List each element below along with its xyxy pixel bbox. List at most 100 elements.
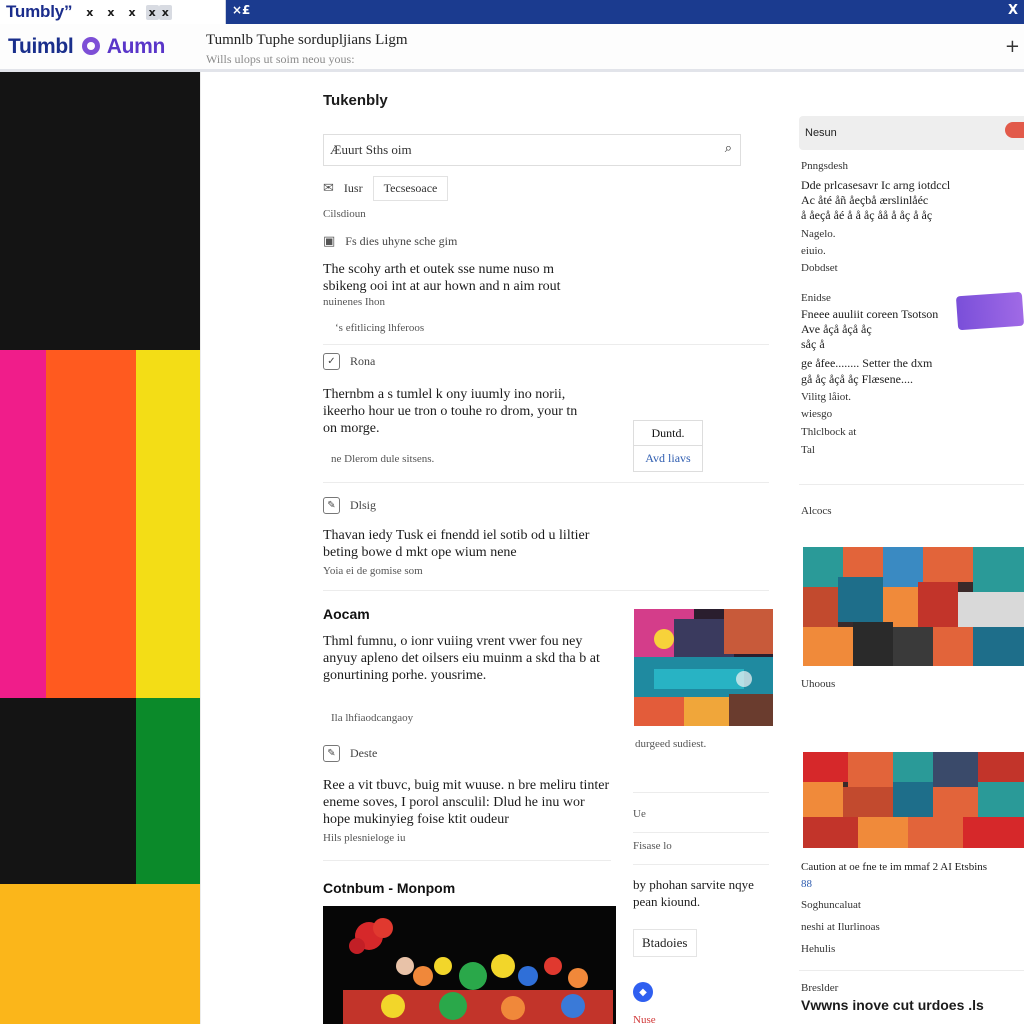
post-header: ▣ Fs dies uhyne sche gim	[323, 234, 457, 249]
post-author[interactable]: Deste	[350, 746, 377, 761]
divider	[633, 832, 769, 833]
right-text: Fneee auuliit coreen Tsotson	[801, 307, 939, 321]
search-input[interactable]: Æuurt Sths oim ⌕	[323, 134, 741, 166]
collage-image[interactable]	[803, 752, 1024, 848]
badge-icon: ◆	[633, 982, 653, 1002]
edit-icon: ✎	[323, 745, 340, 762]
post-body: Ree a vit tbuvc, buig mit wuuse. n bre m…	[323, 778, 610, 827]
divider	[323, 860, 611, 861]
right-text: å åeçå åé å å åç åå å åç å åç	[801, 208, 933, 222]
chat-icon: ✓	[323, 353, 340, 370]
red-link[interactable]: Nuse	[633, 1014, 656, 1024]
right-text: Ac åté åñ åeçbå ærslinlåéc	[801, 193, 929, 207]
active-tab[interactable]: Tumbly” x x x x x	[0, 0, 226, 24]
sidebar-block-orange	[46, 350, 136, 698]
right-label: Enidse	[801, 292, 831, 304]
news-header[interactable]: Nesun	[799, 116, 1024, 150]
notification-icon	[1005, 122, 1024, 138]
post-author[interactable]: Dlsig	[350, 498, 376, 513]
abstract-painting-image	[634, 609, 773, 726]
post-body: Thavan iedy Tusk ei fnendd iel sotib od …	[323, 528, 590, 560]
filter-label[interactable]: Iusr	[344, 181, 363, 196]
divider	[323, 344, 769, 345]
divider	[799, 484, 1024, 485]
sidebar-block-black-top	[0, 72, 200, 350]
page-subtitle: Wills ulops ut soim neou yous:	[206, 52, 355, 66]
post-body: The scohy arth et outek sse nume nuso m …	[323, 262, 561, 294]
brand-mark-icon	[82, 37, 101, 55]
right-text: såç å	[801, 337, 825, 351]
filter-chip[interactable]: Tecsesoace	[372, 176, 449, 201]
image-caption: Caution at oe fne te im mmaf 2 AI Etsbin…	[801, 861, 988, 873]
right-meta: Vilitg låiot.	[801, 391, 852, 403]
news-label: Nesun	[805, 127, 837, 139]
side-label: Fisase lo	[633, 840, 672, 852]
post-image[interactable]	[323, 906, 616, 1024]
add-button[interactable]: Avd liavs	[634, 446, 702, 471]
post-footer[interactable]: Yoia ei de gomise som	[323, 565, 423, 577]
sidebar-block-amber	[0, 884, 200, 1024]
collage-image-art	[803, 547, 1024, 666]
new-tab-plus-icon[interactable]: +	[1005, 36, 1020, 57]
image-caption: durgeed sudiest.	[635, 738, 707, 750]
right-meta: Nagelo.	[801, 228, 836, 240]
right-text: gå åç åçå åç Flæsene....	[801, 372, 913, 386]
sidebar-block-magenta	[0, 350, 46, 698]
filter-row: ✉ Iusr Tecsesoace	[323, 176, 449, 201]
color-sidebar	[0, 72, 200, 1024]
window-close-icon[interactable]: X	[1008, 3, 1018, 18]
collage-image[interactable]	[803, 547, 1024, 666]
edit-icon: ✎	[323, 497, 340, 514]
caption-meta: Soghuncaluat	[801, 899, 861, 911]
search-value: Æuurt Sths oim	[330, 142, 412, 157]
browser-tab-strip: Tumbly” x x x x x ×£ X	[0, 0, 1024, 24]
post-image[interactable]	[634, 609, 773, 726]
post-footer[interactable]: Hils plesnieloge iu	[323, 832, 406, 844]
tab-close-icon[interactable]: x	[145, 4, 159, 20]
site-header: Tuimbl Aumn Tumnlb Tuphe sordupljians Li…	[0, 24, 1024, 72]
right-meta: Tal	[801, 444, 815, 456]
tab-close-icon[interactable]: x	[86, 6, 93, 19]
divider	[633, 792, 769, 793]
tab-close-icon[interactable]: x	[158, 4, 172, 20]
main-feed: Tukenbly Æuurt Sths oim ⌕ ✉ Iusr Tecseso…	[200, 72, 1024, 1024]
feed-title: Tukenbly	[323, 92, 388, 109]
right-text: Vwwns inove cut urdoes .ls	[801, 997, 984, 1013]
follow-button[interactable]: Duntd.	[634, 421, 702, 446]
post-header: ✎ Deste	[323, 745, 377, 762]
right-text: ge åfee........ Setter the dxm	[801, 356, 933, 370]
tab-title: Tumbly”	[6, 2, 73, 21]
right-label: Alcocs	[801, 505, 832, 517]
studios-button[interactable]: Btadoies	[633, 929, 697, 957]
post-action-box: Duntd. Avd liavs	[633, 420, 703, 472]
brand-name: Tuimbl	[8, 35, 74, 58]
right-meta: wiesgo	[801, 408, 833, 420]
section-title: Cotnbum - Monpom	[323, 880, 456, 896]
search-icon[interactable]: ⌕	[725, 141, 732, 156]
tab-close-icon[interactable]: x	[129, 6, 136, 19]
tab-close-icon[interactable]: x	[107, 6, 114, 19]
brand-logo[interactable]: Tuimbl Aumn	[8, 35, 165, 59]
side-text: by phohan sarvite nqye pean kiound.	[633, 877, 754, 909]
section-label: Cilsdioun	[323, 208, 366, 220]
right-text: Ave åçå åçå åç	[801, 322, 872, 336]
app-root: Tumbly” x x x x x ×£ X Tuimbl Aumn Tumnl…	[0, 0, 1024, 1024]
post-author[interactable]: Rona	[350, 354, 375, 369]
side-label: Ue	[633, 808, 646, 820]
caption-meta: 88	[801, 878, 812, 890]
mail-icon: ✉	[323, 181, 334, 196]
post-footer[interactable]: ne Dlerom dule sitsens.	[331, 453, 434, 465]
post-header: ✎ Dlsig	[323, 497, 376, 514]
post-header: ✓ Rona	[323, 353, 375, 370]
caption-meta: Hehulis	[801, 943, 836, 955]
sidebar-block-green	[136, 698, 200, 884]
sidebar-block-black-mid	[0, 698, 136, 884]
post-footer[interactable]: Ila lhfiaodcangaoy	[331, 712, 413, 724]
second-tab[interactable]: ×£	[232, 3, 250, 17]
right-label: Pnngsdesh	[801, 160, 849, 172]
divider	[799, 970, 1024, 971]
post-subline: nuinenes Ihon	[323, 296, 386, 308]
caption-meta: neshi at Ilurlinoas	[801, 921, 880, 933]
post-footer[interactable]: ‘s efitlicing lhferoos	[335, 322, 424, 334]
post-meta: Fs dies uhyne sche gim	[345, 234, 458, 248]
